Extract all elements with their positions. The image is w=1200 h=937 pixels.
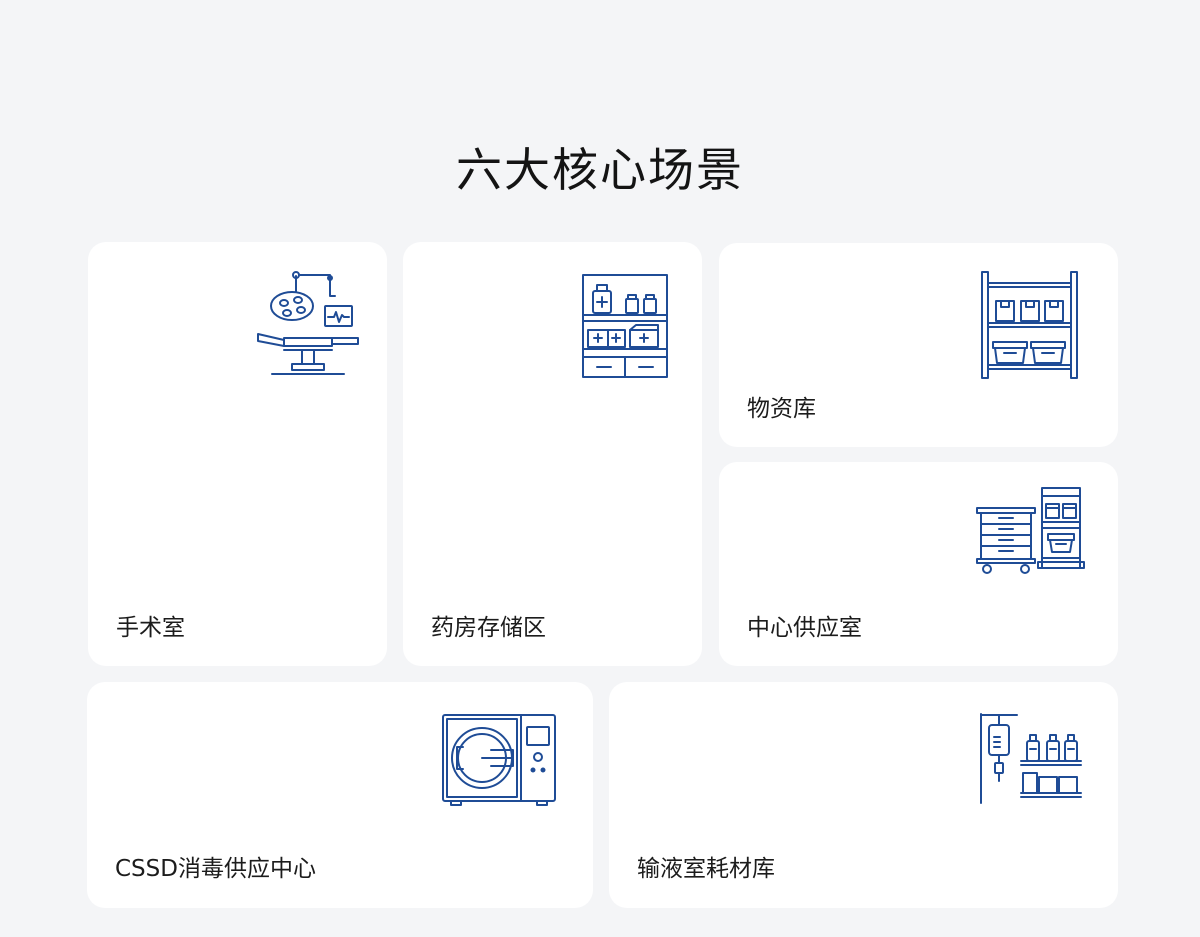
scene-card-operating-room[interactable]: 手术室	[88, 242, 387, 666]
scene-card-cssd[interactable]: CSSD消毒供应中心	[87, 682, 593, 908]
storage-shelf-icon	[979, 269, 1081, 381]
page-title: 六大核心场景	[456, 143, 744, 197]
card-label: CSSD消毒供应中心	[115, 856, 316, 882]
supply-cart-icon	[975, 486, 1087, 576]
card-label: 中心供应室	[747, 615, 862, 641]
pharmacy-cabinet-icon	[581, 273, 669, 379]
card-label: 手术室	[116, 615, 185, 641]
scene-card-central-supply[interactable]: 中心供应室	[719, 462, 1118, 666]
card-label: 物资库	[747, 396, 816, 422]
sterilizer-icon	[441, 713, 557, 807]
scene-card-infusion-supplies[interactable]: 输液室耗材库	[609, 682, 1118, 908]
scene-card-pharmacy[interactable]: 药房存储区	[403, 242, 702, 666]
operating-room-icon	[254, 270, 360, 380]
card-label: 输液室耗材库	[637, 856, 775, 882]
scene-card-warehouse[interactable]: 物资库	[719, 243, 1118, 447]
iv-drip-supplies-icon	[977, 711, 1083, 805]
card-label: 药房存储区	[431, 615, 546, 641]
